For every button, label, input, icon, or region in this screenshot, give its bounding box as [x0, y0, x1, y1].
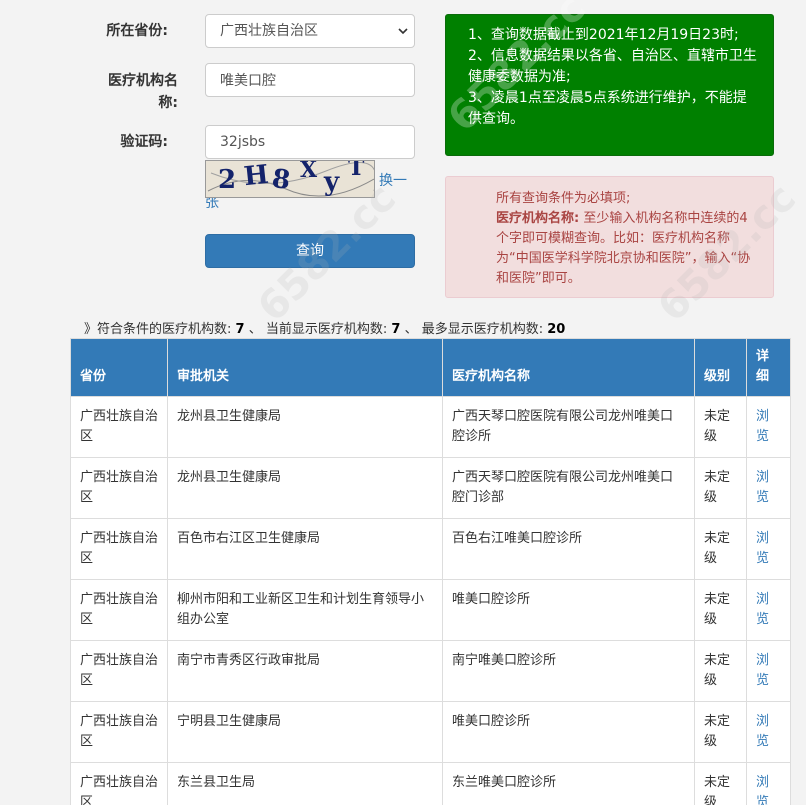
- cell-org-name: 广西天琴口腔医院有限公司龙州唯美口腔门诊部: [442, 457, 695, 519]
- requirement-notice: 所有查询条件为必填项; 医疗机构名称: 至少输入机构名称中连续的4个字即可模糊查…: [445, 176, 774, 298]
- shown-count: 7: [391, 322, 401, 337]
- captcha-image[interactable]: 2 H 8 X y T: [205, 160, 375, 198]
- org-name-label: 医疗机构名称:: [108, 73, 178, 111]
- cell-level: 未定级: [694, 640, 747, 702]
- cell-authority: 南宁市青秀区行政审批局: [167, 640, 443, 702]
- summary-prefix: 》符合条件的医疗机构数:: [84, 322, 232, 337]
- cell-level: 未定级: [694, 457, 747, 519]
- cell-province: 广西壮族自治区: [70, 640, 168, 702]
- view-link[interactable]: 浏览: [746, 396, 791, 458]
- view-link[interactable]: 浏览: [746, 518, 791, 580]
- summary-sep: 、 最多显示医疗机构数:: [404, 322, 544, 337]
- header-province: 省份: [70, 338, 168, 397]
- notice-line: 3、凌晨1点至凌晨5点系统进行维护，不能提供查询。: [468, 90, 747, 127]
- province-label: 所在省份:: [106, 23, 168, 39]
- org-name-input[interactable]: [205, 63, 415, 97]
- cell-province: 广西壮族自治区: [70, 579, 168, 641]
- cell-authority: 东兰县卫生局: [167, 762, 443, 805]
- view-link[interactable]: 浏览: [746, 762, 791, 805]
- view-link[interactable]: 浏览: [746, 701, 791, 763]
- results-table: 省份 审批机关 医疗机构名称 级别 详细 广西壮族自治区 龙州县卫生健康局 广西…: [70, 338, 791, 805]
- table-row: 广西壮族自治区 柳州市阳和工业新区卫生和计划生育领导小组办公室 唯美口腔诊所 未…: [70, 579, 791, 641]
- cell-org-name: 南宁唯美口腔诊所: [442, 640, 695, 702]
- captcha-char: T: [348, 160, 365, 181]
- cell-province: 广西壮族自治区: [70, 396, 168, 458]
- captcha-char: H: [242, 160, 271, 193]
- cell-authority: 宁明县卫生健康局: [167, 701, 443, 763]
- cell-org-name: 唯美口腔诊所: [442, 579, 695, 641]
- view-link[interactable]: 浏览: [746, 640, 791, 702]
- captcha-input[interactable]: [205, 125, 415, 159]
- cell-province: 广西壮族自治区: [70, 762, 168, 805]
- max-count: 20: [547, 322, 566, 337]
- cell-level: 未定级: [694, 762, 747, 805]
- table-header-row: 省份 审批机关 医疗机构名称 级别 详细: [70, 338, 791, 397]
- header-detail: 详细: [746, 338, 791, 397]
- cell-province: 广西壮族自治区: [70, 518, 168, 580]
- info-notice: 1、查询数据截止到2021年12月19日23时; 2、信息数据结果以各省、自治区…: [445, 14, 774, 156]
- header-authority: 审批机关: [167, 338, 443, 397]
- notice-line: 2、信息数据结果以各省、自治区、直辖市卫生健康委数据为准;: [468, 48, 757, 85]
- province-select[interactable]: 广西壮族自治区: [205, 14, 415, 48]
- chevron-down-icon: [398, 28, 408, 35]
- cell-province: 广西壮族自治区: [70, 457, 168, 519]
- cell-authority: 柳州市阳和工业新区卫生和计划生育领导小组办公室: [167, 579, 443, 641]
- captcha-char: X: [300, 160, 318, 183]
- table-row: 广西壮族自治区 百色市右江区卫生健康局 百色右江唯美口腔诊所 未定级 浏览: [70, 518, 791, 580]
- summary-sep: 、 当前显示医疗机构数:: [248, 322, 388, 337]
- cell-authority: 龙州县卫生健康局: [167, 396, 443, 458]
- table-row: 广西壮族自治区 宁明县卫生健康局 唯美口腔诊所 未定级 浏览: [70, 701, 791, 763]
- notice-line: 1、查询数据截止到2021年12月19日23时;: [468, 27, 739, 43]
- cell-org-name: 唯美口腔诊所: [442, 701, 695, 763]
- cell-org-name: 东兰唯美口腔诊所: [442, 762, 695, 805]
- cell-level: 未定级: [694, 701, 747, 763]
- notice-line: 所有查询条件为必填项;: [496, 191, 631, 206]
- captcha-char: 2: [218, 165, 237, 195]
- cell-authority: 百色市右江区卫生健康局: [167, 518, 443, 580]
- view-link[interactable]: 浏览: [746, 579, 791, 641]
- captcha-label: 验证码:: [120, 134, 168, 150]
- query-button[interactable]: 查询: [205, 234, 415, 268]
- table-row: 广西壮族自治区 龙州县卫生健康局 广西天琴口腔医院有限公司龙州唯美口腔门诊部 未…: [70, 457, 791, 519]
- header-org-name: 医疗机构名称: [442, 338, 695, 397]
- cell-authority: 龙州县卫生健康局: [167, 457, 443, 519]
- view-link[interactable]: 浏览: [746, 457, 791, 519]
- cell-level: 未定级: [694, 579, 747, 641]
- match-count: 7: [235, 322, 245, 337]
- header-level: 级别: [694, 338, 747, 397]
- cell-level: 未定级: [694, 396, 747, 458]
- table-row: 广西壮族自治区 东兰县卫生局 东兰唯美口腔诊所 未定级 浏览: [70, 762, 791, 805]
- cell-level: 未定级: [694, 518, 747, 580]
- cell-org-name: 广西天琴口腔医院有限公司龙州唯美口腔诊所: [442, 396, 695, 458]
- notice-line: 医疗机构名称: 至少输入机构名称中连续的4个字即可模糊查询。比如：医疗机构名称为…: [496, 209, 759, 289]
- cell-org-name: 百色右江唯美口腔诊所: [442, 518, 695, 580]
- result-summary: 》符合条件的医疗机构数: 7 、 当前显示医疗机构数: 7 、 最多显示医疗机构…: [84, 318, 565, 337]
- table-row: 广西壮族自治区 龙州县卫生健康局 广西天琴口腔医院有限公司龙州唯美口腔诊所 未定…: [70, 396, 791, 458]
- table-row: 广西壮族自治区 南宁市青秀区行政审批局 南宁唯美口腔诊所 未定级 浏览: [70, 640, 791, 702]
- captcha-char: y: [324, 167, 340, 197]
- cell-province: 广西壮族自治区: [70, 701, 168, 763]
- notice-bold-label: 医疗机构名称:: [496, 211, 580, 226]
- province-select-value: 广西壮族自治区: [220, 23, 318, 39]
